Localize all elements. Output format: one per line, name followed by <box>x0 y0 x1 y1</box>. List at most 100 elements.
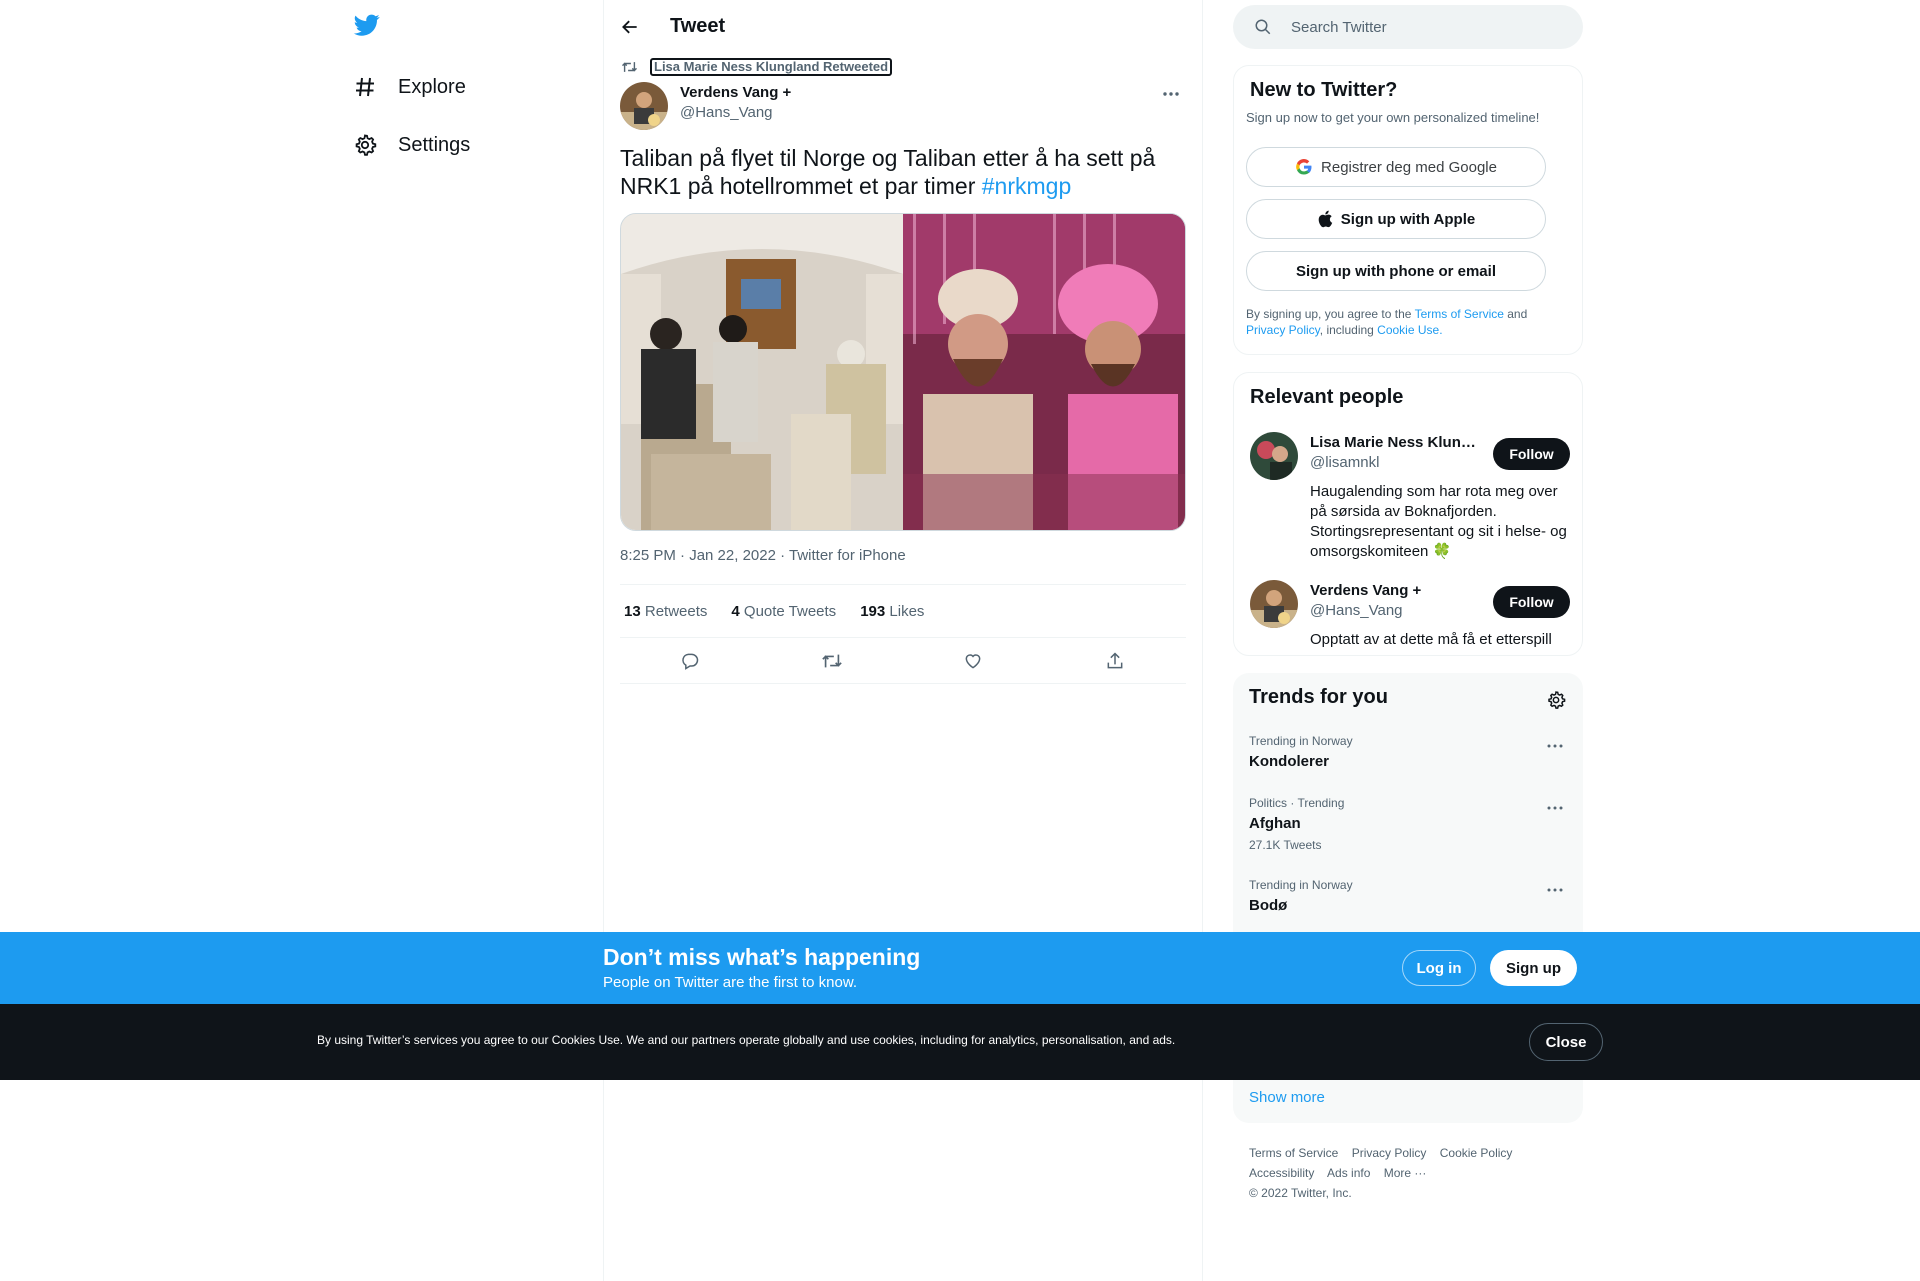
author-handle[interactable]: @Hans_Vang <box>680 104 791 121</box>
nav-explore-label: Explore <box>398 75 466 98</box>
relevant-people-title: Relevant people <box>1250 386 1404 408</box>
retweet-button[interactable] <box>817 646 847 676</box>
trend-context: Politics · Trending <box>1249 796 1345 810</box>
tweet-stats: 13 Retweets 4 Quote Tweets 193 Likes <box>620 584 1186 638</box>
avatar[interactable] <box>1250 580 1298 628</box>
like-button[interactable] <box>958 646 988 676</box>
trend-more-button[interactable] <box>1543 880 1567 900</box>
person-name[interactable]: Lisa Marie Ness Klungland <box>1310 434 1480 451</box>
share-button[interactable] <box>1100 646 1130 676</box>
trends-settings-icon[interactable] <box>1545 689 1567 711</box>
signup-card-title: New to Twitter? <box>1250 79 1398 101</box>
hashtag-link[interactable]: #nrkmgp <box>982 173 1071 199</box>
person-handle[interactable]: @lisamnkl <box>1310 454 1379 471</box>
banner-title: Don’t miss what’s happening <box>603 944 921 970</box>
footer-ads-link[interactable]: Ads info <box>1327 1166 1370 1180</box>
follow-button[interactable]: Follow <box>1493 586 1570 618</box>
quotes-count: 4 <box>731 602 740 620</box>
google-signup-button[interactable]: Registrer deg med Google <box>1246 147 1546 187</box>
footer-privacy-link[interactable]: Privacy Policy <box>1352 1146 1427 1160</box>
tweet-author: Verdens Vang + @Hans_Vang <box>620 82 791 130</box>
footer-accessibility-link[interactable]: Accessibility <box>1249 1166 1314 1180</box>
relevant-people-card: Relevant people Lisa Marie Ness Klunglan… <box>1233 372 1583 656</box>
footer-more-link[interactable]: More ··· <box>1384 1166 1427 1180</box>
signup-legal: By signing up, you agree to the Terms of… <box>1246 306 1566 338</box>
more-dots-icon <box>1547 744 1563 748</box>
search-box[interactable] <box>1233 5 1583 49</box>
person-handle[interactable]: @Hans_Vang <box>1310 602 1403 619</box>
back-arrow-icon <box>622 20 637 33</box>
signup-banner: Don’t miss what’s happening People on Tw… <box>0 932 1920 1004</box>
google-icon <box>1295 158 1313 176</box>
reply-button[interactable] <box>675 646 705 676</box>
more-dots-icon <box>1163 92 1179 96</box>
back-button[interactable] <box>612 9 648 45</box>
likes-count: 193 <box>860 602 886 620</box>
privacy-link[interactable]: Privacy Policy <box>1246 323 1320 337</box>
cookie-use-link[interactable]: Cookie Use. <box>1377 323 1442 337</box>
more-dots-icon <box>1547 888 1563 892</box>
more-dots-icon <box>1547 806 1563 810</box>
trend-more-button[interactable] <box>1543 798 1567 818</box>
nav-settings[interactable]: Settings <box>352 125 470 165</box>
legal-text-3: , including <box>1319 323 1378 337</box>
retweet-icon <box>622 62 637 72</box>
retweet-context: Lisa Marie Ness Klungland Retweeted <box>621 58 893 76</box>
footer-terms-link[interactable]: Terms of Service <box>1249 1146 1338 1160</box>
follow-button[interactable]: Follow <box>1493 438 1570 470</box>
apple-signup-button[interactable]: Sign up with Apple <box>1246 199 1546 239</box>
trend-count: 27.1K Tweets <box>1249 838 1322 852</box>
apple-icon <box>1317 210 1333 228</box>
tweet-more-button[interactable] <box>1156 84 1186 104</box>
trend-name: Bodø <box>1249 897 1288 914</box>
person-bio: Haugalending som har rota meg over på sø… <box>1310 483 1567 560</box>
cookie-close-button[interactable]: Close <box>1529 1023 1603 1061</box>
tweet-text: Taliban på flyet til Norge og Taliban et… <box>620 144 1190 200</box>
author-avatar[interactable] <box>620 82 668 130</box>
trend-item[interactable]: Trending in Norway Kondolerer <box>1249 734 1567 770</box>
legal-text-1: By signing up, you agree to the <box>1246 307 1415 321</box>
trend-item[interactable]: Trending in Norway Bodø <box>1249 878 1567 914</box>
tweet-body: Taliban på flyet til Norge og Taliban et… <box>620 145 1156 199</box>
login-button[interactable]: Log in <box>1402 950 1476 986</box>
likes-stat[interactable]: 193 Likes <box>856 603 924 620</box>
show-more-link[interactable]: Show more <box>1249 1089 1325 1106</box>
retweeted-by-link[interactable]: Lisa Marie Ness Klungland Retweeted <box>650 58 893 76</box>
nav-explore[interactable]: Explore <box>352 67 466 107</box>
banner-subtitle: People on Twitter are the first to know. <box>603 974 858 991</box>
tweet-photo-show[interactable] <box>903 214 1185 530</box>
person-name[interactable]: Verdens Vang + <box>1310 582 1480 599</box>
likes-label: Likes <box>889 602 925 620</box>
cookie-bar: By using Twitter’s services you agree to… <box>0 1004 1920 1080</box>
signup-card: New to Twitter? Sign up now to get your … <box>1233 65 1583 355</box>
heart-icon <box>965 654 981 669</box>
tweet-header: Tweet <box>604 0 1202 53</box>
share-icon <box>1107 652 1123 669</box>
tweet-meta: 8:25 PM · Jan 22, 2022 · Twitter for iPh… <box>620 547 906 564</box>
phone-email-signup-button[interactable]: Sign up with phone or email <box>1246 251 1546 291</box>
page-title: Tweet <box>670 15 726 37</box>
retweets-count: 13 <box>624 602 641 620</box>
avatar[interactable] <box>1250 432 1298 480</box>
author-name[interactable]: Verdens Vang + <box>680 84 791 101</box>
retweets-stat[interactable]: 13 Retweets <box>620 603 707 620</box>
gear-icon <box>352 132 378 158</box>
signup-button[interactable]: Sign up <box>1490 950 1577 986</box>
quotes-stat[interactable]: 4 Quote Tweets <box>727 603 836 620</box>
search-input[interactable] <box>1291 18 1551 36</box>
twitter-logo-icon[interactable] <box>352 12 384 44</box>
search-icon <box>1253 17 1273 37</box>
tweet-media <box>620 213 1186 531</box>
trends-title: Trends for you <box>1249 686 1388 708</box>
legal-text-2: and <box>1503 307 1528 321</box>
quotes-label: Quote Tweets <box>743 602 837 620</box>
copyright: © 2022 Twitter, Inc. <box>1249 1186 1352 1200</box>
trend-more-button[interactable] <box>1543 736 1567 756</box>
terms-link[interactable]: Terms of Service <box>1415 307 1504 321</box>
tweet-photo-plane[interactable] <box>621 214 903 530</box>
footer-cookie-link[interactable]: Cookie Policy <box>1440 1146 1513 1160</box>
tweet-actions <box>620 638 1186 684</box>
trend-item[interactable]: Politics · Trending Afghan 27.1K Tweets <box>1249 796 1567 852</box>
trend-context: Trending in Norway <box>1249 878 1353 892</box>
person-bio: Opptatt av at dette må få et etterspill <box>1310 631 1552 648</box>
